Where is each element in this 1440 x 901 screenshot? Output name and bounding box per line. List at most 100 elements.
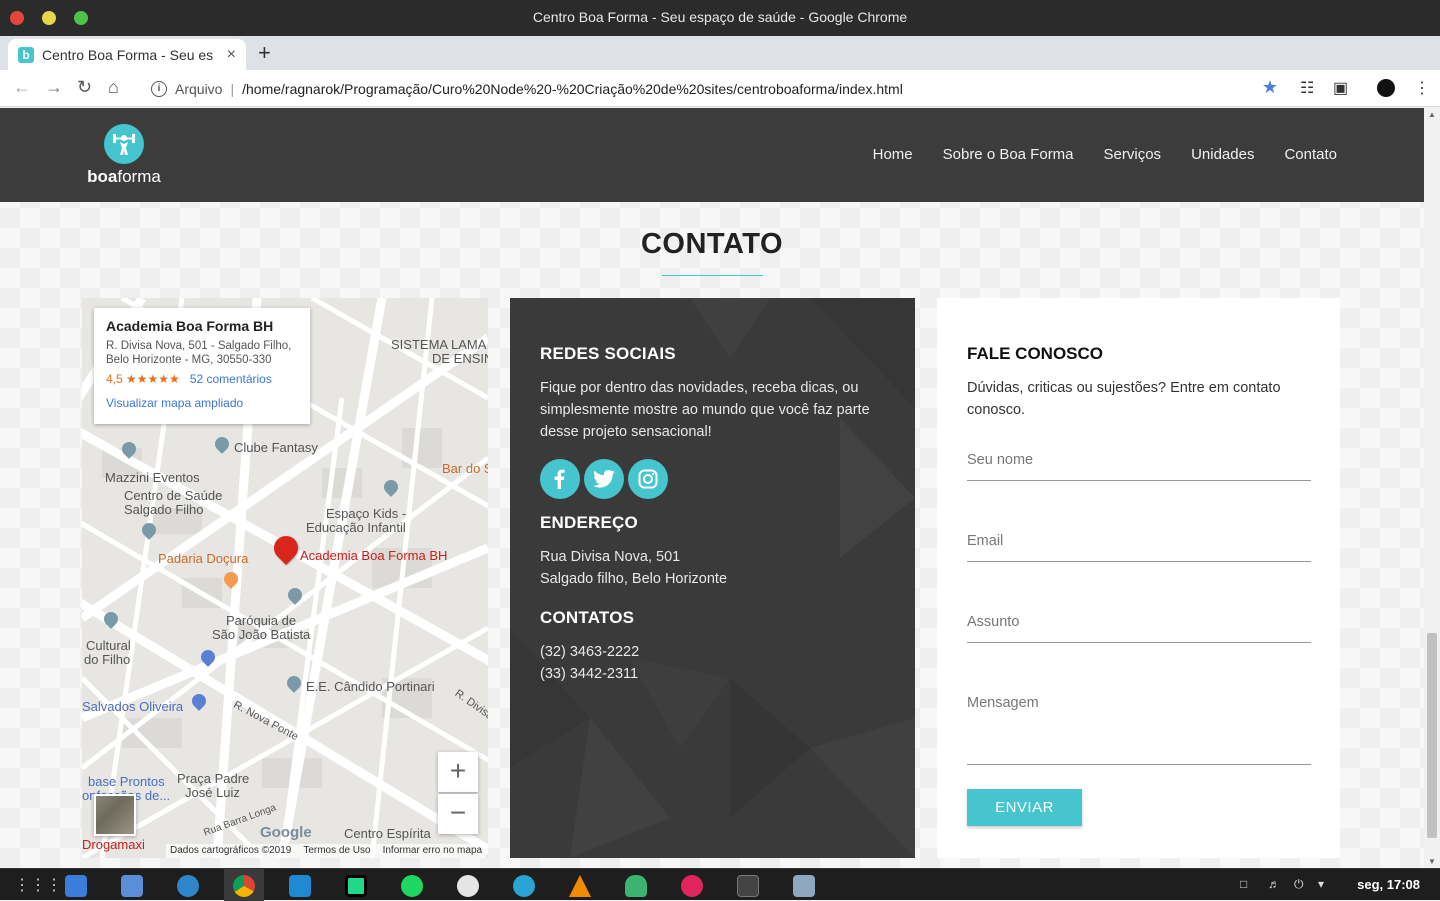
- settings-icon[interactable]: [177, 875, 199, 897]
- files-icon[interactable]: [65, 875, 87, 897]
- address-bar[interactable]: i Arquivo | /home/ragnarok/Programação/C…: [140, 74, 1290, 103]
- map-label: Centro Espírita: [344, 826, 431, 841]
- place-rating: 4,5 ★★★★★: [106, 372, 180, 386]
- vscode-icon[interactable]: [289, 875, 311, 897]
- window-list-icon[interactable]: □: [1240, 877, 1247, 891]
- zoom-in-button[interactable]: +: [438, 752, 478, 792]
- map-label: E.E. Cândido Portinari: [306, 679, 435, 694]
- cast-icon[interactable]: ▣: [1333, 78, 1348, 98]
- map-label: Bar do S: [442, 461, 488, 476]
- reload-icon[interactable]: ↻: [77, 77, 92, 98]
- social-icons: [540, 459, 885, 499]
- map-label: Academia Boa Forma BH: [300, 548, 448, 563]
- enlarge-map-link[interactable]: Visualizar mapa ampliado: [106, 396, 298, 410]
- phone-number: (33) 3442-2311: [540, 666, 639, 682]
- logo-wordmark: boaforma: [87, 167, 161, 186]
- phone-list: (32) 3463-2222 (33) 3442-2311: [540, 641, 885, 685]
- facebook-icon[interactable]: [540, 459, 580, 499]
- page-viewport: boaforma Home Sobre o Boa Forma Serviços…: [0, 108, 1424, 868]
- video-icon[interactable]: [793, 875, 815, 897]
- google-map[interactable]: SISTEMA LAMA DE ENSIN Clube Fantasy Bar …: [82, 298, 488, 858]
- map-label: Mazzini Eventos: [105, 470, 200, 485]
- system-clock[interactable]: seg, 17:08: [1357, 877, 1420, 892]
- map-label: Espaço Kids -: [326, 506, 407, 521]
- nav-unidades[interactable]: Unidades: [1191, 146, 1254, 163]
- phone-number: (32) 3463-2222: [540, 644, 640, 660]
- bookmark-star-icon[interactable]: ★: [1262, 77, 1278, 98]
- map-footer: Dados cartográficos ©2019 Termos de Uso …: [166, 844, 487, 858]
- terminal-icon[interactable]: [737, 875, 759, 897]
- scroll-up-icon[interactable]: ▲: [1428, 110, 1436, 119]
- profile-avatar-icon[interactable]: [1377, 79, 1395, 97]
- window-titlebar: Centro Boa Forma - Seu espaço de saúde -…: [0, 0, 1440, 36]
- social-text: Fique por dentro das novidades, receba d…: [540, 380, 870, 440]
- file-manager-icon[interactable]: [121, 875, 143, 897]
- chrome-icon[interactable]: [233, 875, 255, 897]
- cloud-icon[interactable]: [625, 875, 647, 897]
- terms-link[interactable]: Termos de Uso: [303, 845, 370, 857]
- name-field[interactable]: [967, 452, 1311, 481]
- form-intro: Dúvidas, criticas ou sujestões? Entre em…: [967, 380, 1281, 418]
- message-field[interactable]: [967, 695, 1311, 765]
- address-text: Rua Divisa Nova, 501 Salgado filho, Belo…: [540, 549, 728, 587]
- instagram-icon[interactable]: [628, 459, 668, 499]
- map-label: Cultural: [86, 638, 131, 653]
- volume-icon[interactable]: ♬: [1268, 877, 1280, 891]
- page-scrollbar[interactable]: ▲ ▼: [1424, 108, 1440, 868]
- home-icon[interactable]: ⌂: [108, 77, 119, 98]
- tray-menu-icon[interactable]: ▾: [1318, 877, 1324, 891]
- power-icon[interactable]: ⏻: [1294, 877, 1304, 892]
- report-error-link[interactable]: Informar erro no mapa: [383, 845, 483, 857]
- tab-close-icon[interactable]: ×: [227, 46, 236, 64]
- menu-icon[interactable]: ⋮: [1414, 78, 1430, 98]
- pycharm-icon[interactable]: [345, 875, 367, 897]
- download-icon[interactable]: [513, 875, 535, 897]
- nav-servicos[interactable]: Serviços: [1104, 146, 1162, 163]
- map-label: Salvados Oliveira: [82, 699, 184, 714]
- map-label: Educação Infantil: [306, 520, 406, 535]
- email-field[interactable]: [967, 533, 1311, 562]
- send-button[interactable]: ENVIAR: [967, 789, 1082, 826]
- map-label: DE ENSIN: [432, 351, 488, 366]
- site-logo[interactable]: boaforma: [82, 124, 166, 187]
- back-icon[interactable]: ←: [13, 77, 31, 98]
- favicon-icon: b: [18, 46, 34, 63]
- map-label: Padaria Doçura: [158, 551, 249, 566]
- inkscape-icon[interactable]: [457, 875, 479, 897]
- browser-tab[interactable]: b Centro Boa Forma - Seu es ×: [8, 39, 246, 70]
- new-tab-button[interactable]: +: [258, 40, 271, 66]
- scroll-down-icon[interactable]: ▼: [1428, 857, 1436, 866]
- site-header: boaforma Home Sobre o Boa Forma Serviços…: [0, 108, 1424, 202]
- map-label: São João Batista: [212, 627, 311, 642]
- nav-sobre[interactable]: Sobre o Boa Forma: [943, 146, 1074, 163]
- flickr-icon[interactable]: [681, 875, 703, 897]
- nav-contato[interactable]: Contato: [1284, 146, 1337, 163]
- os-taskbar: ⋮⋮⋮ □ ♬ ⏻ ▾ seg, 17:08: [0, 868, 1440, 901]
- contact-form-card: FALE CONOSCO Dúvidas, criticas ou sujest…: [937, 298, 1340, 858]
- subject-field[interactable]: [967, 614, 1311, 643]
- address-separator: |: [230, 80, 235, 97]
- apps-grid-icon[interactable]: ⋮⋮⋮: [14, 875, 62, 897]
- reviews-link[interactable]: 52 comentários: [190, 372, 272, 386]
- map-data-credit: Dados cartográficos ©2019: [170, 845, 292, 856]
- forward-icon[interactable]: →: [45, 77, 63, 98]
- satellite-view-toggle[interactable]: [94, 794, 136, 836]
- info-icon[interactable]: i: [151, 80, 167, 97]
- place-name: Academia Boa Forma BH: [106, 318, 274, 334]
- map-label: Salgado Filho: [124, 502, 204, 517]
- place-address: R. Divisa Nova, 501 - Salgado Filho, Bel…: [106, 340, 292, 366]
- scrollbar-thumb[interactable]: [1427, 633, 1437, 838]
- section-title: CONTATO: [640, 228, 784, 260]
- url-text[interactable]: /home/ragnarok/Programação/Curo%20Node%2…: [242, 81, 903, 97]
- tab-strip: b Centro Boa Forma - Seu es × +: [0, 36, 1440, 70]
- vlc-icon[interactable]: [569, 875, 591, 897]
- nav-home[interactable]: Home: [873, 146, 913, 163]
- extension-icon[interactable]: ☷: [1300, 78, 1314, 98]
- zoom-out-button[interactable]: −: [438, 794, 478, 834]
- twitter-icon[interactable]: [584, 459, 624, 499]
- window-title: Centro Boa Forma - Seu espaço de saúde -…: [532, 9, 908, 25]
- form-heading: FALE CONOSCO: [967, 344, 1104, 363]
- map-info-card: Academia Boa Forma BH R. Divisa Nova, 50…: [94, 308, 310, 424]
- dumbbell-logo-icon: [104, 124, 144, 164]
- spotify-icon[interactable]: [401, 875, 423, 897]
